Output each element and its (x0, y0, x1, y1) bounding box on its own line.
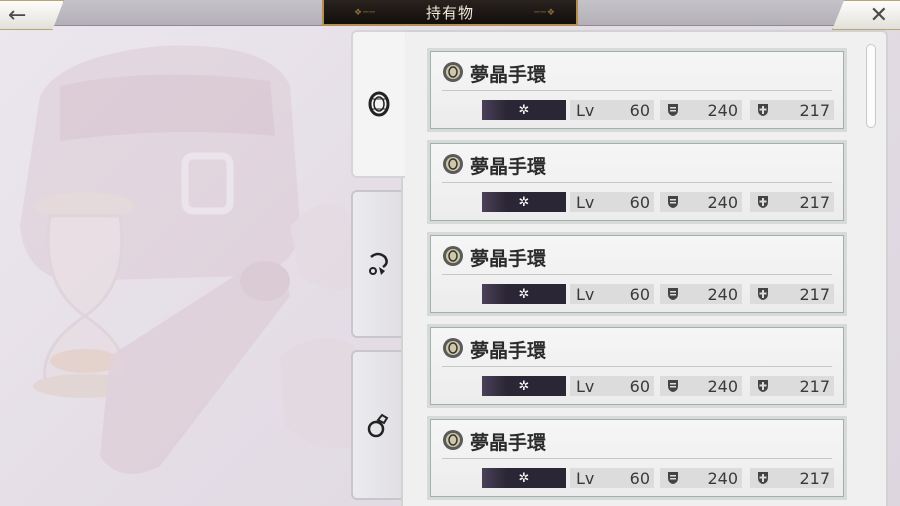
element-symbol: ✲ (518, 286, 530, 302)
defense-value: 217 (799, 192, 830, 212)
ornament-right-icon: ──❖ (534, 8, 556, 18)
level-stat: Lv 60 (570, 100, 654, 120)
divider (442, 90, 832, 91)
defense-stat: 217 (750, 468, 834, 488)
level-stat: Lv 60 (570, 376, 654, 396)
sword-shield-icon (668, 196, 678, 208)
shield-cross-icon (758, 288, 768, 300)
earring-icon (369, 252, 388, 275)
page-title: 持有物 (425, 3, 474, 22)
attack-stat: 240 (660, 192, 742, 212)
level-label: Lv (576, 100, 595, 120)
bracelet-item-icon (443, 430, 463, 450)
level-stat: Lv 60 (570, 284, 654, 304)
element-badge: ✲ (482, 100, 566, 120)
item-name: 夢晶手環 (470, 432, 547, 454)
shield-cross-icon (758, 380, 768, 392)
tab-earring[interactable] (351, 190, 403, 338)
element-symbol: ✲ (518, 378, 530, 394)
title-plate: ❖── 持有物 ──❖ (322, 0, 578, 26)
defense-stat: 217 (750, 376, 834, 396)
sword-shield-icon (668, 288, 678, 300)
list-item[interactable]: 夢晶手環 ✲ Lv 60 240 217 (427, 140, 847, 224)
level-label: Lv (576, 284, 595, 304)
bracelet-item-icon (443, 338, 463, 358)
level-stat: Lv 60 (570, 468, 654, 488)
element-badge: ✲ (482, 376, 566, 396)
divider (442, 458, 832, 459)
element-symbol: ✲ (518, 102, 530, 118)
item-name: 夢晶手環 (470, 156, 547, 178)
list-item[interactable]: 夢晶手環 ✲ Lv 60 240 217 (427, 48, 847, 132)
element-badge: ✲ (482, 192, 566, 212)
level-label: Lv (576, 468, 595, 488)
sword-shield-icon (668, 472, 678, 484)
ornament-left-icon: ❖── (354, 8, 376, 18)
attack-value: 240 (707, 192, 738, 212)
bracelet-item-icon (443, 62, 463, 82)
divider (442, 274, 832, 275)
item-name: 夢晶手環 (470, 248, 547, 270)
element-symbol: ✲ (518, 470, 530, 486)
defense-stat: 217 (750, 192, 834, 212)
element-badge: ✲ (482, 284, 566, 304)
attack-stat: 240 (660, 100, 742, 120)
item-name: 夢晶手環 (470, 64, 547, 86)
attack-stat: 240 (660, 468, 742, 488)
level-value: 60 (629, 376, 650, 396)
defense-stat: 217 (750, 284, 834, 304)
list-item[interactable]: 夢晶手環 ✲ Lv 60 240 217 (427, 324, 847, 408)
defense-value: 217 (799, 100, 830, 120)
attack-value: 240 (707, 468, 738, 488)
sword-shield-icon (668, 104, 678, 116)
level-label: Lv (576, 192, 595, 212)
attack-stat: 240 (660, 376, 742, 396)
level-value: 60 (629, 192, 650, 212)
close-x-icon: ✕ (869, 2, 888, 28)
shield-cross-icon (758, 104, 768, 116)
element-symbol: ✲ (518, 194, 530, 210)
shield-cross-icon (758, 196, 768, 208)
level-label: Lv (576, 376, 595, 396)
ring-icon (367, 413, 389, 438)
list-item[interactable]: 夢晶手環 ✲ Lv 60 240 217 (427, 232, 847, 316)
attack-stat: 240 (660, 284, 742, 304)
background-artwork (20, 45, 355, 474)
defense-value: 217 (799, 284, 830, 304)
bracelet-item-icon (443, 154, 463, 174)
attack-value: 240 (707, 284, 738, 304)
element-badge: ✲ (482, 468, 566, 488)
divider (442, 182, 832, 183)
sword-shield-icon (668, 380, 678, 392)
item-list-panel[interactable]: 夢晶手環 ✲ Lv 60 240 217 夢晶手環 ✲ Lv 60 240 217 (401, 30, 888, 506)
level-stat: Lv 60 (570, 192, 654, 212)
shield-cross-icon (758, 472, 768, 484)
level-value: 60 (629, 468, 650, 488)
item-name: 夢晶手環 (470, 340, 547, 362)
arrow-left-icon: ← (8, 2, 27, 28)
tab-bracelet[interactable] (351, 30, 405, 178)
bracelet-icon (368, 91, 390, 117)
bracelet-item-icon (443, 246, 463, 266)
list-scrollbar[interactable] (866, 44, 876, 128)
defense-stat: 217 (750, 100, 834, 120)
attack-value: 240 (707, 376, 738, 396)
attack-value: 240 (707, 100, 738, 120)
level-value: 60 (629, 284, 650, 304)
divider (442, 366, 832, 367)
level-value: 60 (629, 100, 650, 120)
list-item[interactable]: 夢晶手環 ✲ Lv 60 240 217 (427, 416, 847, 500)
tab-ring[interactable] (351, 350, 403, 500)
defense-value: 217 (799, 376, 830, 396)
category-tabs (351, 30, 405, 500)
defense-value: 217 (799, 468, 830, 488)
